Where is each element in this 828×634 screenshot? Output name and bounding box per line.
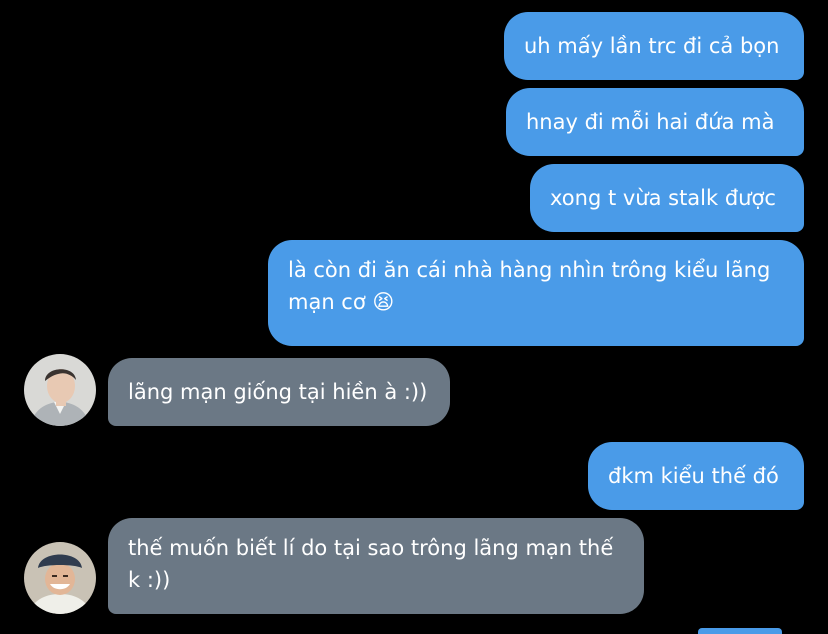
message-text: là còn đi ăn cái nhà hàng nhìn trông kiể… — [288, 258, 771, 314]
contact-avatar[interactable] — [24, 354, 96, 426]
message-text: đkm kiểu thế đó — [608, 464, 779, 488]
message-text: lãng mạn giống tại hiền à :)) — [128, 380, 428, 404]
message-bubble-incoming[interactable]: thế muốn biết lí do tại sao trông lãng m… — [108, 518, 644, 614]
avatar-photo — [24, 542, 96, 614]
message-bubble-outgoing[interactable]: xong t vừa stalk được — [530, 164, 804, 232]
message-bubble-outgoing[interactable]: là còn đi ăn cái nhà hàng nhìn trông kiể… — [268, 240, 804, 346]
contact-avatar[interactable] — [24, 542, 96, 614]
message-bubble-outgoing[interactable]: đkm kiểu thế đó — [588, 442, 804, 510]
message-text: uh mấy lần trc đi cả bọn — [524, 34, 780, 58]
message-bubble-outgoing[interactable]: uh mấy lần trc đi cả bọn — [504, 12, 804, 80]
message-bubble-outgoing[interactable]: hnay đi mỗi hai đứa mà — [506, 88, 804, 156]
message-thread: uh mấy lần trc đi cả bọn hnay đi mỗi hai… — [0, 0, 828, 634]
next-message-bubble-edge — [698, 628, 782, 634]
message-text: hnay đi mỗi hai đứa mà — [526, 110, 775, 134]
message-text: xong t vừa stalk được — [550, 186, 776, 210]
message-text: thế muốn biết lí do tại sao trông lãng m… — [128, 536, 614, 592]
avatar-photo — [24, 354, 96, 426]
message-bubble-incoming[interactable]: lãng mạn giống tại hiền à :)) — [108, 358, 450, 426]
